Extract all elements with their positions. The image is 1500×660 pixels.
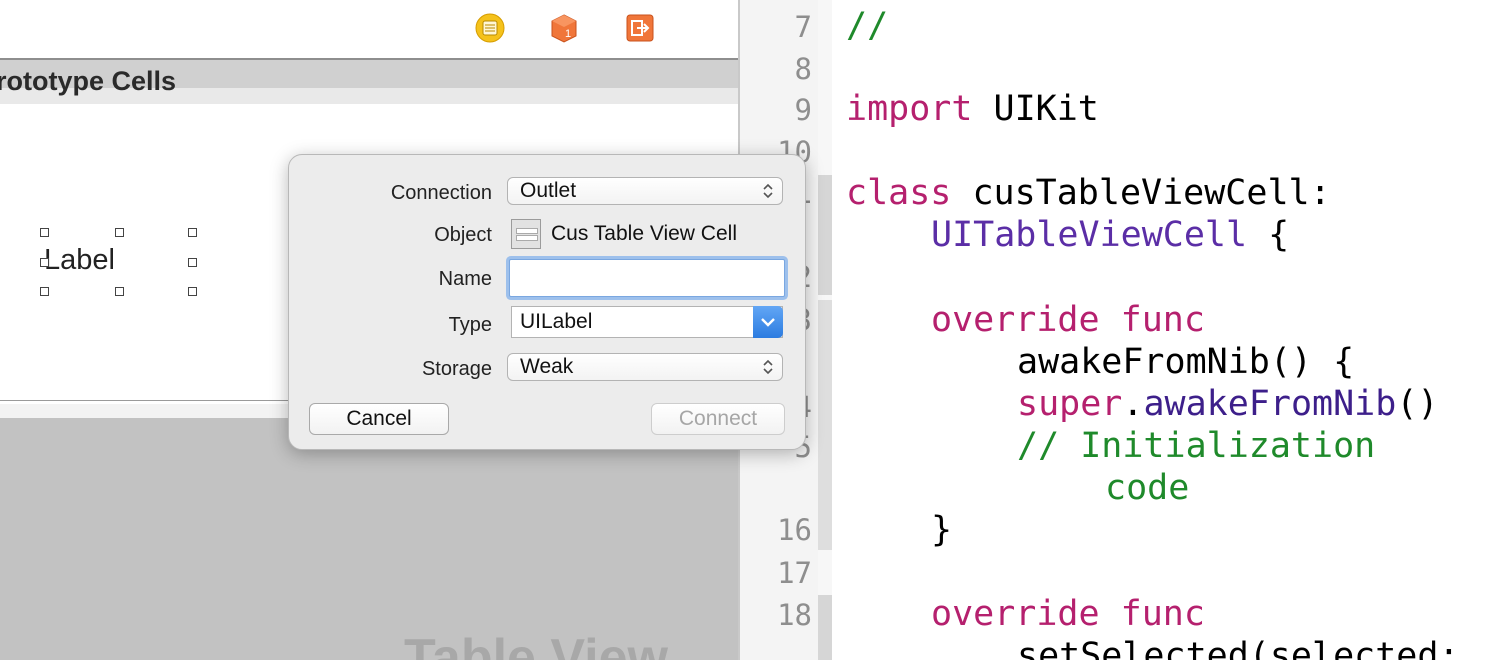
- code-func-name: setSelected(selected:: [1017, 636, 1460, 660]
- type-value: UILabel: [520, 310, 593, 333]
- call-parens: (): [1396, 384, 1439, 424]
- code-line-super-call: super.awakeFromNib(): [1017, 384, 1438, 424]
- superclass-name: UITableViewCell: [931, 215, 1248, 255]
- name-field[interactable]: [509, 259, 785, 297]
- storage-value: Weak: [520, 355, 574, 378]
- resize-handle[interactable]: [115, 228, 124, 237]
- code-comment: //: [846, 6, 889, 46]
- storage-popup[interactable]: Weak: [507, 353, 783, 381]
- gutter-highlight: [818, 175, 832, 295]
- connection-value: Outlet: [520, 179, 577, 202]
- resize-handle[interactable]: [115, 287, 124, 296]
- code-editor[interactable]: // import UIKit class cusTableViewCell: …: [832, 0, 1500, 660]
- view-controller-icon[interactable]: [475, 13, 505, 43]
- resize-handle[interactable]: [40, 228, 49, 237]
- keyword-func: func: [1120, 300, 1205, 340]
- connect-button[interactable]: Connect: [651, 403, 785, 435]
- line-number: 9: [794, 93, 812, 127]
- keyword-class: class: [846, 173, 952, 213]
- code-line-superclass: UITableViewCell {: [931, 215, 1289, 255]
- resize-handle[interactable]: [40, 287, 49, 296]
- object-label: Object: [434, 224, 492, 246]
- type-label: Type: [448, 314, 492, 336]
- gutter-highlight: [818, 300, 832, 550]
- connection-popover: Connection Outlet Object Cus Table View …: [288, 154, 806, 450]
- keyword-override: override: [931, 594, 1100, 634]
- code-comment: // Initialization: [1017, 426, 1376, 466]
- code-line-override: override func: [931, 300, 1205, 340]
- table-cell-icon: [511, 219, 541, 249]
- type-combobox[interactable]: UILabel: [511, 306, 783, 338]
- line-number: 7: [794, 10, 812, 44]
- chevron-down-icon: [761, 318, 775, 327]
- connection-popup[interactable]: Outlet: [507, 177, 783, 205]
- code-line-override: override func: [931, 594, 1205, 634]
- type-dropdown-button[interactable]: [753, 306, 783, 338]
- resize-handle[interactable]: [188, 228, 197, 237]
- keyword-import: import: [846, 89, 973, 129]
- scene-dock: 1: [0, 0, 738, 58]
- code-line-class: class cusTableViewCell:: [846, 173, 1331, 213]
- exit-icon[interactable]: [625, 13, 655, 43]
- keyword-override: override: [931, 300, 1100, 340]
- connection-label: Connection: [390, 182, 492, 204]
- cell-label[interactable]: Label: [44, 244, 115, 277]
- cancel-button[interactable]: Cancel: [309, 403, 449, 435]
- line-number: 18: [777, 598, 812, 632]
- module-name: UIKit: [993, 89, 1099, 129]
- prototype-cells-title: rototype Cells: [0, 66, 177, 96]
- method-call: awakeFromNib: [1143, 384, 1397, 424]
- first-responder-icon[interactable]: 1: [549, 13, 579, 43]
- svg-text:1: 1: [565, 28, 571, 40]
- dot: .: [1122, 384, 1144, 424]
- resize-handle[interactable]: [188, 287, 197, 296]
- line-number: 8: [794, 52, 812, 86]
- object-value: Cus Table View Cell: [551, 222, 737, 245]
- keyword-func: func: [1120, 594, 1205, 634]
- code-func-name: awakeFromNib() {: [1017, 342, 1355, 382]
- class-name: cusTableViewCell:: [972, 173, 1331, 213]
- close-brace: }: [931, 510, 953, 550]
- name-label: Name: [438, 268, 492, 290]
- resize-handle[interactable]: [188, 258, 197, 267]
- code-line-import: import UIKit: [846, 89, 1099, 129]
- up-down-arrows-icon: [763, 359, 773, 375]
- table-view-watermark: Table View: [404, 629, 668, 660]
- line-number: 16: [777, 513, 812, 547]
- gutter-highlight: [818, 595, 832, 660]
- code-comment: code: [1105, 468, 1190, 508]
- up-down-arrows-icon: [763, 183, 773, 199]
- storage-label: Storage: [421, 358, 492, 380]
- open-brace: {: [1268, 215, 1290, 255]
- keyword-super: super: [1017, 384, 1123, 424]
- line-number: 17: [777, 556, 812, 590]
- resize-handle[interactable]: [40, 258, 49, 267]
